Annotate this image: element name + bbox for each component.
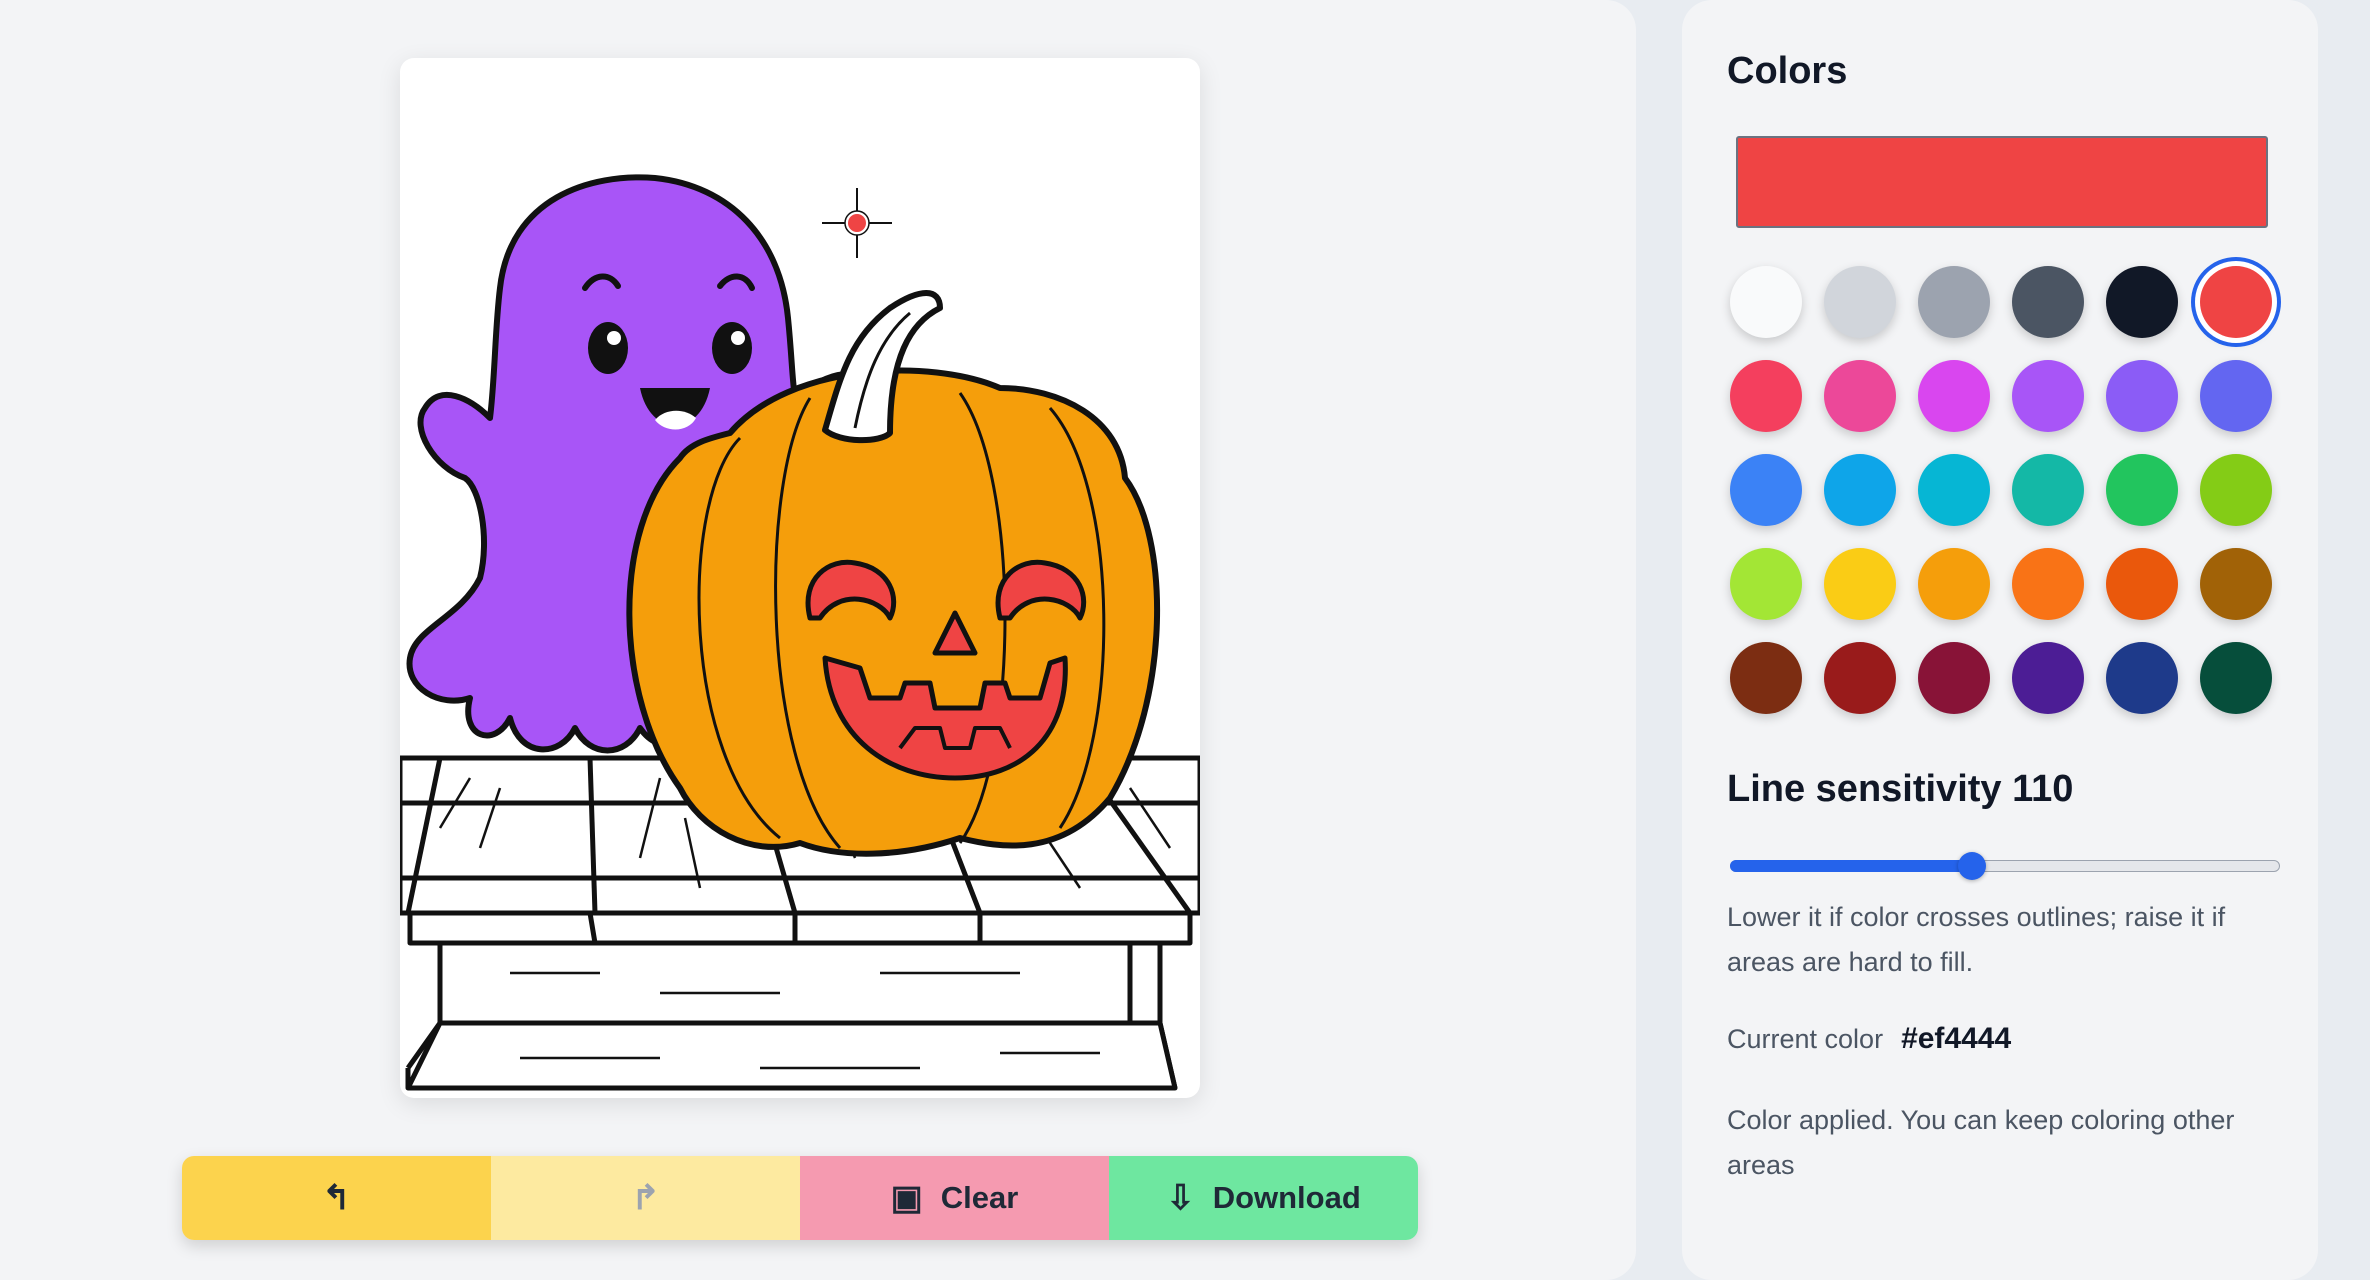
current-color-label: Current color — [1727, 1024, 1884, 1054]
color-swatch[interactable] — [2200, 642, 2272, 714]
crosshair-cursor-icon — [822, 188, 892, 258]
line-sensitivity-label: Line sensitivity — [1727, 768, 2002, 810]
color-swatch[interactable] — [2200, 548, 2272, 620]
color-swatch[interactable] — [2012, 360, 2084, 432]
color-palette — [1730, 266, 2290, 714]
line-sensitivity-heading: Line sensitivity 110 — [1727, 768, 2073, 811]
color-swatch[interactable] — [2106, 454, 2178, 526]
color-swatch[interactable] — [1730, 360, 1802, 432]
current-color-row: Current color #ef4444 — [1727, 1022, 2011, 1056]
color-swatch[interactable] — [1730, 548, 1802, 620]
download-button[interactable]: ⇩ Download — [1109, 1156, 1418, 1240]
color-swatch[interactable] — [1730, 642, 1802, 714]
color-swatch[interactable] — [2200, 266, 2272, 338]
status-message: Color applied. You can keep coloring oth… — [1727, 1105, 2235, 1180]
color-swatch[interactable] — [2106, 642, 2178, 714]
color-swatch[interactable] — [1824, 642, 1896, 714]
color-swatch[interactable] — [2200, 360, 2272, 432]
color-swatch[interactable] — [2012, 642, 2084, 714]
color-swatch[interactable] — [1918, 266, 1990, 338]
color-swatch[interactable] — [1824, 454, 1896, 526]
bottom-toolbar: ↰ ↱ ▣ Clear ⇩ Download — [182, 1156, 1418, 1240]
download-icon: ⇩ — [1166, 1179, 1195, 1217]
color-swatch[interactable] — [1824, 360, 1896, 432]
slider-fill — [1730, 860, 1972, 872]
color-swatch[interactable] — [1824, 266, 1896, 338]
color-swatch[interactable] — [1730, 266, 1802, 338]
color-swatch[interactable] — [2012, 266, 2084, 338]
color-swatch[interactable] — [1824, 548, 1896, 620]
color-swatch[interactable] — [2106, 360, 2178, 432]
coloring-artwork[interactable] — [400, 58, 1200, 1098]
color-swatch[interactable] — [1730, 454, 1802, 526]
line-sensitivity-slider[interactable] — [1730, 852, 2280, 880]
color-swatch[interactable] — [2106, 548, 2178, 620]
colors-title: Colors — [1727, 50, 1848, 92]
line-sensitivity-value: 110 — [2012, 768, 2074, 810]
slider-thumb[interactable] — [1958, 852, 1986, 880]
color-swatch[interactable] — [1918, 360, 1990, 432]
clear-button[interactable]: ▣ Clear — [800, 1156, 1109, 1240]
download-label: Download — [1212, 1180, 1361, 1215]
color-swatch[interactable] — [1918, 548, 1990, 620]
color-swatch[interactable] — [2012, 454, 2084, 526]
color-swatch[interactable] — [1918, 642, 1990, 714]
undo-icon: ↰ — [322, 1179, 351, 1217]
redo-icon: ↱ — [631, 1179, 660, 1217]
color-swatch[interactable] — [2106, 266, 2178, 338]
undo-button[interactable]: ↰ — [182, 1156, 491, 1240]
redo-button[interactable]: ↱ — [491, 1156, 800, 1240]
clear-icon: ▣ — [890, 1179, 923, 1217]
clear-label: Clear — [940, 1180, 1019, 1215]
colors-panel: Colors Line sensitivity 110 Lower it if … — [1682, 0, 2318, 1280]
main-panel: ↰ ↱ ▣ Clear ⇩ Download — [0, 0, 1636, 1280]
current-color-preview — [1736, 136, 2268, 228]
sensitivity-help-text: Lower it if color crosses outlines; rais… — [1727, 902, 2226, 977]
color-swatch[interactable] — [2012, 548, 2084, 620]
color-swatch[interactable] — [2200, 454, 2272, 526]
color-swatch[interactable] — [1918, 454, 1990, 526]
coloring-canvas[interactable] — [400, 58, 1200, 1098]
current-color-value: #ef4444 — [1901, 1022, 2012, 1055]
